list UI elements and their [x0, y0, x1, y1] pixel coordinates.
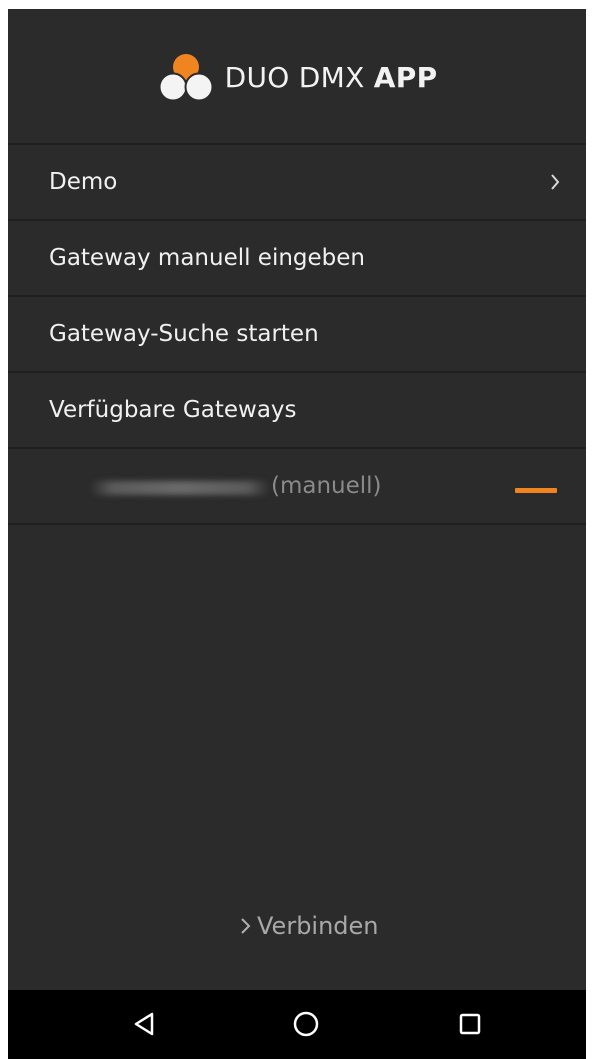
app-header: DUO DMX APP	[8, 9, 586, 144]
gateway-tag: (manuell)	[271, 473, 382, 499]
app-screen: DUO DMX APP Demo Gateway manuell eingebe…	[8, 9, 586, 1059]
minus-icon	[515, 487, 557, 493]
section-available-gateways: Verfügbare Gateways	[8, 373, 586, 447]
recents-square-icon	[459, 1013, 481, 1035]
chevron-right-icon	[241, 918, 251, 934]
back-triangle-icon	[134, 1012, 154, 1036]
gateway-name-redacted	[90, 481, 270, 495]
chevron-right-icon	[551, 174, 560, 190]
nav-back-button[interactable]	[121, 1002, 169, 1046]
menu-item-manual-gateway[interactable]: Gateway manuell eingeben	[8, 221, 586, 295]
menu-item-demo[interactable]: Demo	[8, 145, 586, 219]
home-circle-icon	[293, 1011, 319, 1037]
divider	[8, 523, 586, 525]
menu-item-label: Gateway manuell eingeben	[49, 245, 366, 271]
menu-item-label: Demo	[49, 169, 118, 195]
menu-item-gateway-search[interactable]: Gateway-Suche starten	[8, 297, 586, 371]
divider	[8, 447, 586, 449]
app-title-light: DUO DMX	[224, 61, 374, 94]
section-label: Verfügbare Gateways	[49, 397, 297, 423]
connect-label: Verbinden	[257, 912, 379, 940]
app-title: DUO DMX APP	[225, 61, 438, 94]
android-navbar	[8, 990, 586, 1059]
three-circles-logo-icon	[158, 53, 214, 101]
nav-recents-button[interactable]	[446, 1002, 494, 1046]
remove-gateway-button[interactable]	[508, 473, 564, 507]
nav-home-button[interactable]	[282, 1002, 330, 1046]
app-logo: DUO DMX APP	[157, 51, 438, 105]
connect-button[interactable]: Verbinden	[240, 906, 379, 946]
app-title-bold: APP	[373, 61, 438, 94]
menu-item-label: Gateway-Suche starten	[49, 321, 319, 347]
gateway-list-item[interactable]: (manuell)	[8, 451, 586, 525]
